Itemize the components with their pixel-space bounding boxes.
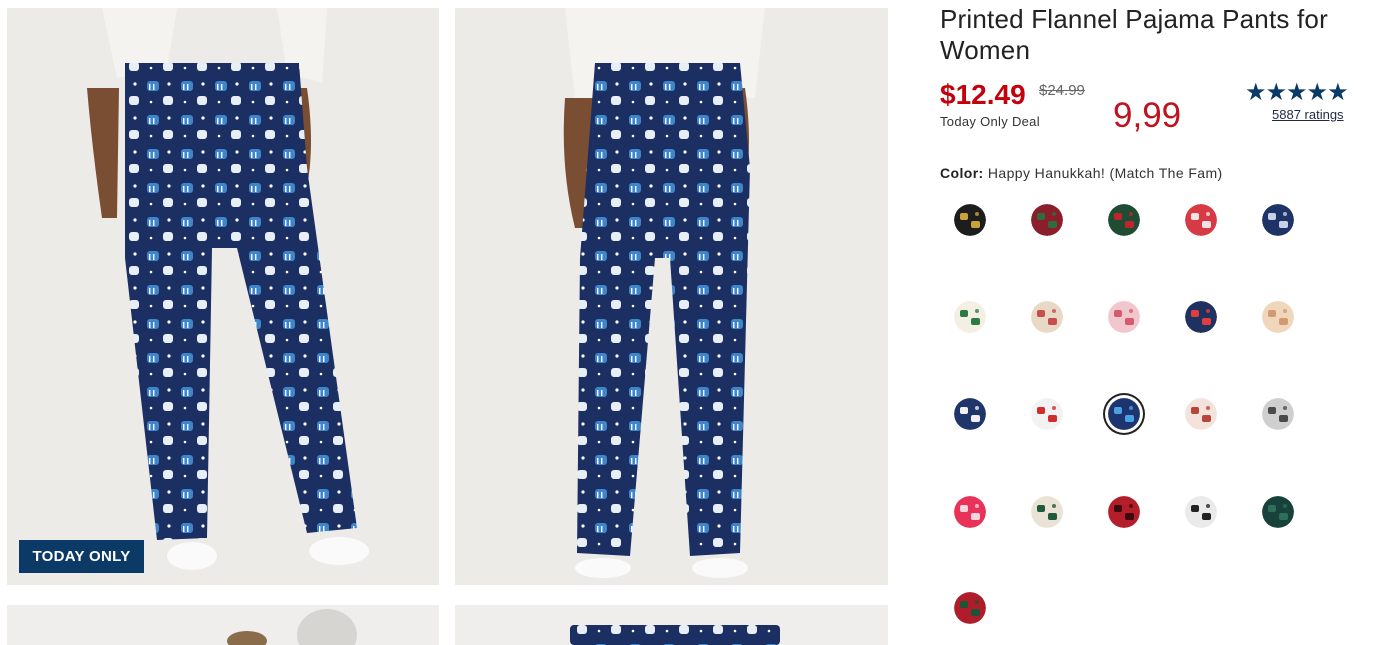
- ratings-link[interactable]: 5887 ratings: [1272, 107, 1344, 122]
- swatch-pattern-icon: [1185, 398, 1217, 430]
- swatch-pattern-icon: [954, 204, 986, 236]
- swatch-pink-candycane[interactable]: [954, 496, 986, 528]
- swatch-green-tartan[interactable]: [1262, 496, 1294, 528]
- product-title: Printed Flannel Pajama Pants for Women: [940, 4, 1328, 65]
- swatch-beige-plaid[interactable]: [1262, 301, 1294, 333]
- sale-price: $12.49: [940, 79, 1026, 110]
- swatch-red-plaid[interactable]: [1185, 398, 1217, 430]
- swatch-red-trees[interactable]: [1031, 204, 1063, 236]
- swatch-pattern-icon: [1185, 496, 1217, 528]
- model-lifestyle-image[interactable]: [7, 605, 439, 645]
- swatch-pattern-icon: [1262, 301, 1294, 333]
- rating-stars-icon[interactable]: ★★★★★: [1245, 78, 1349, 107]
- swatch-happy-hanukkah[interactable]: [1108, 398, 1140, 430]
- swatch-gray-snowflake[interactable]: [1262, 398, 1294, 430]
- swatch-pattern-icon: [1031, 301, 1063, 333]
- swatch-santa-face-navy[interactable]: [954, 398, 986, 430]
- swatch-pattern-icon: [1262, 204, 1294, 236]
- deal-label: Today Only Deal: [940, 114, 1040, 129]
- swatch-gray-buffalo-check[interactable]: [1185, 496, 1217, 528]
- swatch-pattern-icon: [1031, 204, 1063, 236]
- pants-back-image[interactable]: [455, 8, 888, 585]
- today-only-badge: TODAY ONLY: [19, 540, 144, 573]
- pants-front-image[interactable]: [7, 8, 439, 585]
- swatch-pattern-icon: [1185, 204, 1217, 236]
- swatch-red-buffalo-check[interactable]: [1108, 496, 1140, 528]
- swatch-navy-script[interactable]: [1262, 204, 1294, 236]
- color-label: Color:: [940, 165, 984, 181]
- swatch-pattern-icon: [1262, 398, 1294, 430]
- swatch-santa-navy[interactable]: [1185, 301, 1217, 333]
- swatch-santa-white[interactable]: [1031, 398, 1063, 430]
- original-price: $24.99: [1039, 82, 1085, 99]
- swatch-pattern-icon: [1262, 496, 1294, 528]
- swatch-happy-new-year[interactable]: [954, 204, 986, 236]
- swatch-pattern-icon: [954, 496, 986, 528]
- swatch-pattern-icon: [1031, 496, 1063, 528]
- swatch-pattern-icon: [1108, 496, 1140, 528]
- swatch-pattern-icon: [1108, 398, 1140, 430]
- swatch-pattern-icon: [1031, 398, 1063, 430]
- swatch-pattern-icon: [954, 301, 986, 333]
- swatch-red-tartan[interactable]: [954, 592, 986, 624]
- swatch-white-tartan[interactable]: [1031, 496, 1063, 528]
- swatch-pattern-icon: [1185, 301, 1217, 333]
- swatch-christmas-tree[interactable]: [954, 301, 986, 333]
- swatch-beige-gnome[interactable]: [1031, 301, 1063, 333]
- overlay-price-annotation: 9,99: [1113, 96, 1182, 135]
- swatch-pattern-icon: [1108, 204, 1140, 236]
- swatch-pattern-icon: [1108, 301, 1140, 333]
- color-value: Happy Hanukkah! (Match The Fam): [987, 165, 1223, 181]
- color-selection-label: Color: Happy Hanukkah! (Match The Fam): [940, 165, 1223, 181]
- swatch-red-fairisle[interactable]: [1185, 204, 1217, 236]
- swatch-pink-gift[interactable]: [1108, 301, 1140, 333]
- pants-flat-image[interactable]: [455, 605, 888, 645]
- swatch-pattern-icon: [954, 398, 986, 430]
- swatch-green-ornament[interactable]: [1108, 204, 1140, 236]
- swatch-pattern-icon: [954, 592, 986, 624]
